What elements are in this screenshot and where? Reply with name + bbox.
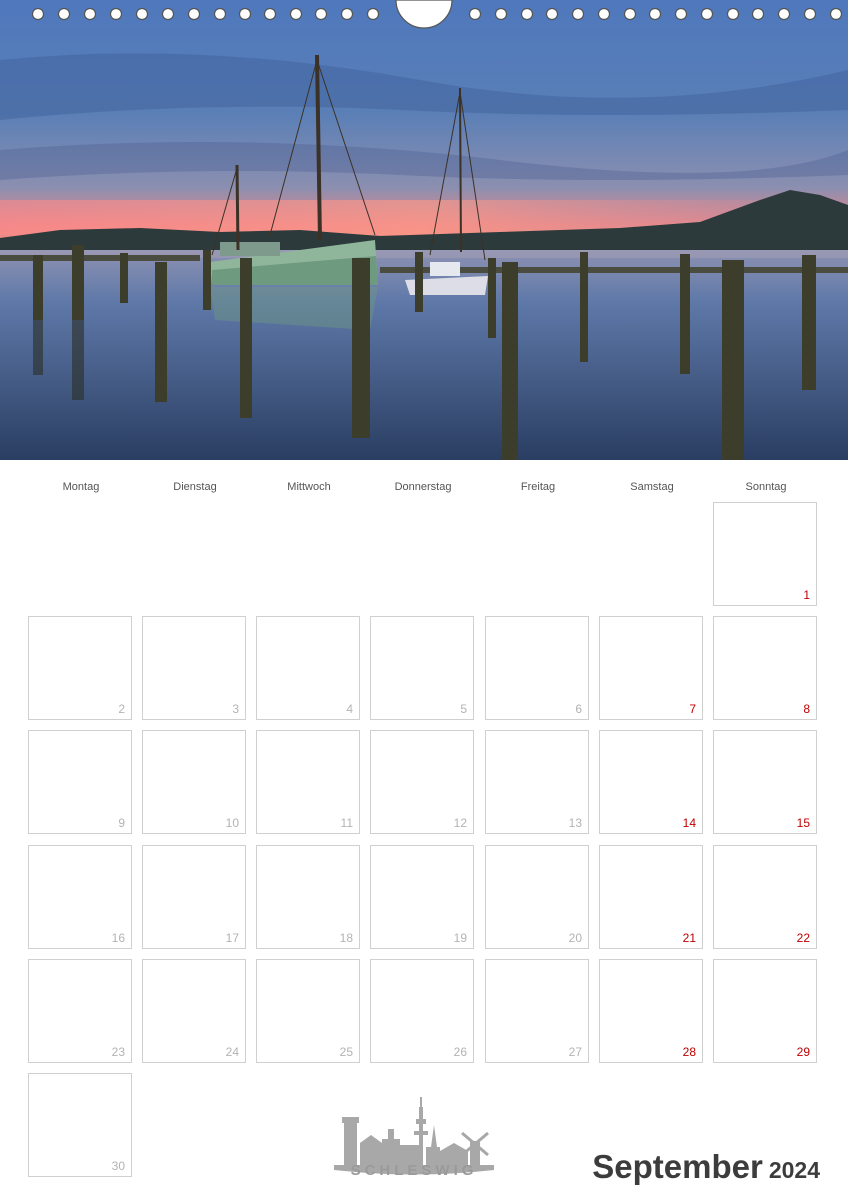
- harbor-sunset-image: [0, 0, 848, 460]
- day-number: 20: [568, 931, 582, 945]
- day-cell: 15: [713, 730, 817, 834]
- day-number: 27: [568, 1045, 582, 1059]
- day-cell: 9: [28, 730, 132, 834]
- day-number: 29: [796, 1045, 810, 1059]
- day-number: 18: [339, 931, 353, 945]
- wire-binding: [31, 0, 843, 29]
- day-cell: 6: [485, 616, 589, 720]
- day-number: 4: [346, 702, 353, 716]
- weekday-label-donnerstag: Donnerstag: [394, 481, 452, 493]
- day-cell: 24: [142, 959, 246, 1063]
- weekday-label-sonntag: Sonntag: [745, 481, 787, 493]
- day-number: 23: [111, 1045, 125, 1059]
- weekday-label-dienstag: Dienstag: [173, 481, 217, 493]
- day-cell: 19: [370, 845, 474, 949]
- day-number: 10: [225, 816, 239, 830]
- day-number: 30: [111, 1159, 125, 1173]
- day-cell: 30: [28, 1073, 132, 1177]
- day-cell: 4: [256, 616, 360, 720]
- day-cell: 11: [256, 730, 360, 834]
- day-cell: 10: [142, 730, 246, 834]
- day-cell: 23: [28, 959, 132, 1063]
- day-number: 9: [118, 816, 125, 830]
- day-cell: 26: [370, 959, 474, 1063]
- day-number: 26: [453, 1045, 467, 1059]
- logo-text: SCHLESWIG: [350, 1162, 478, 1179]
- day-number: 8: [803, 702, 810, 716]
- day-cell: 7: [599, 616, 703, 720]
- day-cell: 14: [599, 730, 703, 834]
- weekday-label-montag: Montag: [62, 481, 100, 493]
- day-number: 6: [575, 702, 582, 716]
- month-name: September: [592, 1148, 763, 1185]
- day-number: 15: [796, 816, 810, 830]
- day-cell: 8: [713, 616, 817, 720]
- day-number: 22: [796, 931, 810, 945]
- day-cell: 1: [713, 502, 817, 606]
- day-cell: 16: [28, 845, 132, 949]
- day-number: 1: [803, 588, 810, 602]
- day-number: 2: [118, 702, 125, 716]
- day-number: 5: [460, 702, 467, 716]
- day-cell: 28: [599, 959, 703, 1063]
- day-cell: 22: [713, 845, 817, 949]
- day-cell: 21: [599, 845, 703, 949]
- day-number: 3: [232, 702, 239, 716]
- day-cell: 18: [256, 845, 360, 949]
- weekday-label-freitag: Freitag: [520, 481, 556, 493]
- day-cell: 29: [713, 959, 817, 1063]
- day-cell: 12: [370, 730, 474, 834]
- day-cell: 5: [370, 616, 474, 720]
- day-cell: 25: [256, 959, 360, 1063]
- day-cell: 2: [28, 616, 132, 720]
- month-title: September 2024: [592, 1148, 820, 1186]
- day-number: 16: [111, 931, 125, 945]
- harbor-photo: [0, 0, 848, 460]
- day-number: 14: [682, 816, 696, 830]
- day-number: 11: [340, 816, 353, 830]
- day-cell: 27: [485, 959, 589, 1063]
- day-cell: 13: [485, 730, 589, 834]
- day-number: 12: [453, 816, 467, 830]
- day-number: 19: [453, 931, 467, 945]
- day-cell: 3: [142, 616, 246, 720]
- weekday-label-mittwoch: Mittwoch: [287, 481, 331, 493]
- year: 2024: [768, 1157, 820, 1183]
- day-number: 25: [339, 1045, 353, 1059]
- day-number: 24: [225, 1045, 239, 1059]
- weekday-label-samstag: Samstag: [630, 481, 674, 493]
- day-cell: 17: [142, 845, 246, 949]
- day-number: 13: [568, 816, 582, 830]
- day-number: 28: [682, 1045, 696, 1059]
- day-number: 17: [225, 931, 239, 945]
- day-cell: 20: [485, 845, 589, 949]
- day-number: 7: [689, 702, 696, 716]
- day-number: 21: [682, 931, 696, 945]
